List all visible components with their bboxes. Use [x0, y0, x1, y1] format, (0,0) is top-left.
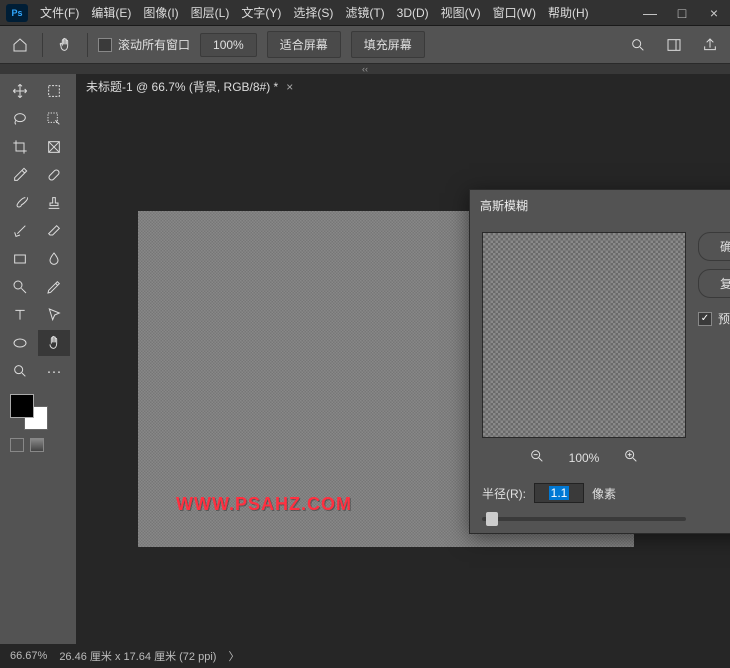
preview-image[interactable]: [482, 232, 686, 438]
menu-select[interactable]: 选择(S): [287, 0, 339, 25]
history-brush-tool[interactable]: [4, 218, 36, 244]
close-button[interactable]: ×: [698, 0, 730, 26]
gaussian-blur-dialog: 高斯模糊 × 100% 半径(R): 1.1 像素: [469, 189, 730, 534]
hand-tool[interactable]: [38, 330, 70, 356]
radius-input[interactable]: 1.1: [534, 483, 584, 503]
radius-unit: 像素: [592, 485, 616, 502]
frame-tool[interactable]: [38, 134, 70, 160]
menu-3d[interactable]: 3D(D): [391, 2, 435, 24]
scroll-all-option[interactable]: 滚动所有窗口: [98, 36, 190, 53]
watermark-text: WWW.PSAHZ.COM: [176, 494, 352, 515]
options-bar: 滚动所有窗口 100% 适合屏幕 填充屏幕: [0, 26, 730, 64]
pen-tool[interactable]: [38, 274, 70, 300]
shape-tool[interactable]: [4, 330, 36, 356]
fit-screen-button[interactable]: 适合屏幕: [267, 31, 341, 58]
menu-edit[interactable]: 编辑(E): [85, 0, 137, 25]
scroll-all-label: 滚动所有窗口: [118, 36, 190, 53]
minimize-button[interactable]: —: [634, 0, 666, 26]
zoom-in-icon[interactable]: [623, 448, 639, 467]
ok-button[interactable]: 确定: [698, 232, 730, 261]
share-icon[interactable]: [698, 33, 722, 57]
panel-collapse-strip[interactable]: [0, 64, 730, 74]
hand-tool-icon[interactable]: [53, 33, 77, 57]
more-tools[interactable]: ···: [38, 358, 70, 384]
preview-checkbox[interactable]: ✓ 预览(P): [698, 310, 730, 327]
menu-filter[interactable]: 滤镜(T): [339, 0, 390, 25]
status-dimensions[interactable]: 26.46 厘米 x 17.64 厘米 (72 ppi): [59, 648, 216, 664]
checkbox-icon[interactable]: [98, 38, 112, 52]
zoom-100-button[interactable]: 100%: [200, 33, 257, 57]
gradient-tool[interactable]: [4, 246, 36, 272]
maximize-button[interactable]: □: [666, 0, 698, 26]
divider: [87, 33, 88, 57]
eyedropper-tool[interactable]: [4, 162, 36, 188]
status-zoom[interactable]: 66.67%: [10, 650, 47, 662]
divider: [42, 33, 43, 57]
blur-tool[interactable]: [38, 246, 70, 272]
eraser-tool[interactable]: [38, 218, 70, 244]
move-tool[interactable]: [4, 78, 36, 104]
radius-label: 半径(R):: [482, 485, 526, 502]
workspace-icon[interactable]: [662, 33, 686, 57]
path-select-tool[interactable]: [38, 302, 70, 328]
brush-tool[interactable]: [4, 190, 36, 216]
canvas-area: 未标题-1 @ 66.7% (背景, RGB/8#) * × WWW.PSAHZ…: [76, 74, 730, 644]
dodge-tool[interactable]: [4, 274, 36, 300]
menu-layer[interactable]: 图层(L): [185, 0, 236, 25]
crop-tool[interactable]: [4, 134, 36, 160]
dialog-title: 高斯模糊: [480, 197, 528, 214]
preview-label: 预览(P): [718, 310, 730, 327]
color-swatches[interactable]: [4, 392, 72, 432]
foreground-swatch[interactable]: [10, 394, 34, 418]
tab-title: 未标题-1 @ 66.7% (背景, RGB/8#) *: [86, 78, 278, 95]
marquee-tool[interactable]: [38, 78, 70, 104]
reset-button[interactable]: 复位: [698, 269, 730, 298]
quick-select-tool[interactable]: [38, 106, 70, 132]
dialog-titlebar[interactable]: 高斯模糊 ×: [470, 190, 730, 220]
menu-view[interactable]: 视图(V): [435, 0, 487, 25]
ps-logo: Ps: [6, 4, 28, 22]
quickmask-icon[interactable]: [10, 438, 24, 452]
home-icon[interactable]: [8, 33, 32, 57]
title-bar: Ps 文件(F) 编辑(E) 图像(I) 图层(L) 文字(Y) 选择(S) 滤…: [0, 0, 730, 26]
menu-window[interactable]: 窗口(W): [487, 0, 542, 25]
lasso-tool[interactable]: [4, 106, 36, 132]
zoom-tool[interactable]: [4, 358, 36, 384]
menu-image[interactable]: 图像(I): [137, 0, 184, 25]
screenmode-icon[interactable]: [30, 438, 44, 452]
tab-close-icon[interactable]: ×: [286, 80, 293, 94]
toolbox: ···: [0, 74, 76, 644]
stamp-tool[interactable]: [38, 190, 70, 216]
healing-tool[interactable]: [38, 162, 70, 188]
checkbox-checked-icon[interactable]: ✓: [698, 312, 712, 326]
radius-slider[interactable]: [482, 517, 686, 521]
search-icon[interactable]: [626, 33, 650, 57]
document-tab[interactable]: 未标题-1 @ 66.7% (背景, RGB/8#) * ×: [76, 74, 303, 98]
status-chevron-icon[interactable]: 〉: [228, 648, 239, 664]
menu-type[interactable]: 文字(Y): [235, 0, 287, 25]
slider-thumb[interactable]: [486, 512, 498, 526]
menu-help[interactable]: 帮助(H): [542, 0, 595, 25]
fill-screen-button[interactable]: 填充屏幕: [351, 31, 425, 58]
menu-file[interactable]: 文件(F): [34, 0, 85, 25]
zoom-out-icon[interactable]: [529, 448, 545, 467]
type-tool[interactable]: [4, 302, 36, 328]
preview-zoom-label: 100%: [569, 451, 600, 465]
status-bar: 66.67% 26.46 厘米 x 17.64 厘米 (72 ppi) 〉: [0, 644, 730, 668]
